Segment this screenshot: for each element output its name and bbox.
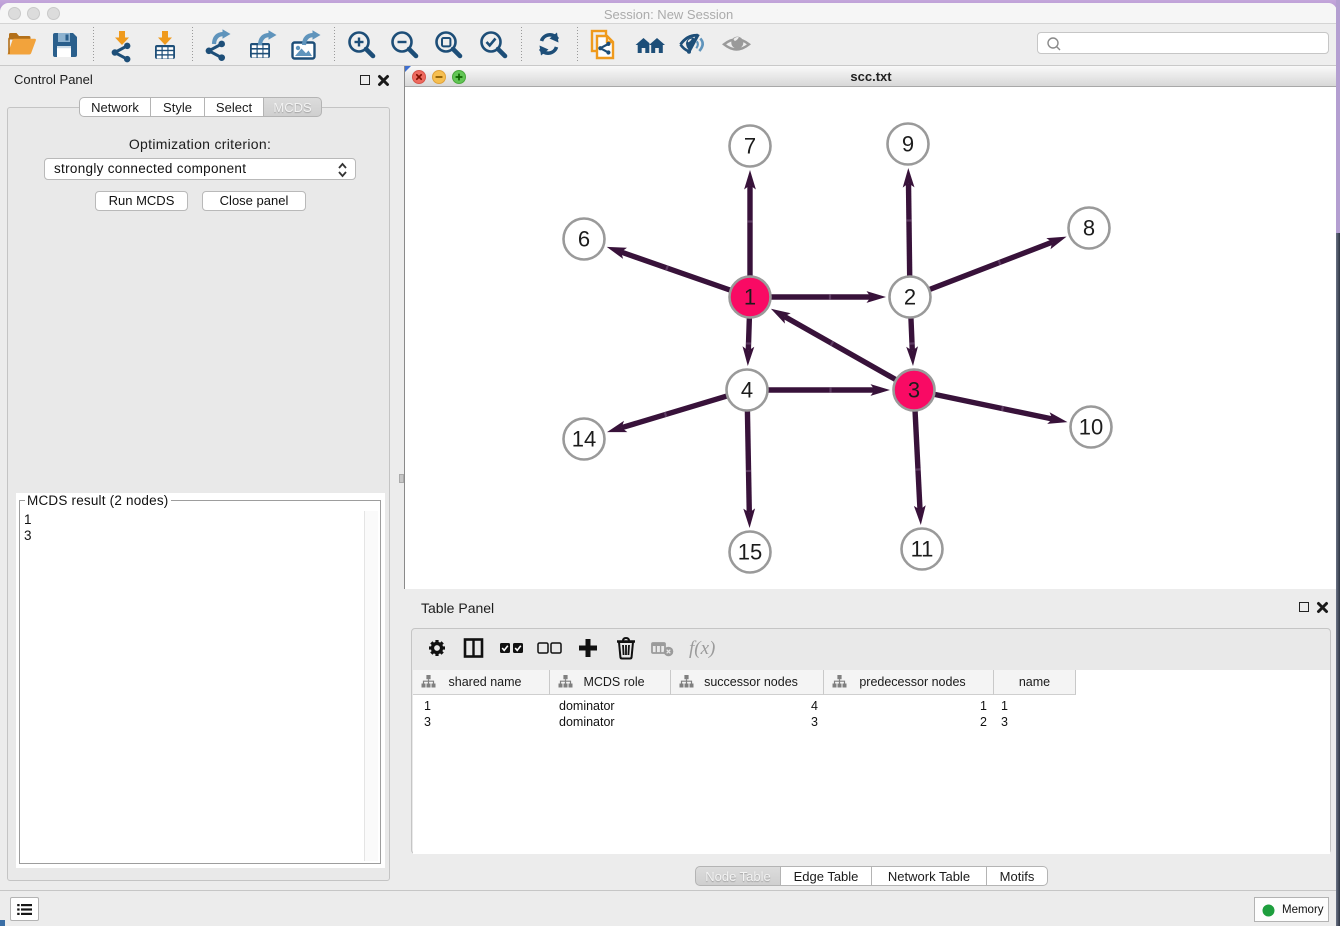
svg-text:3: 3 — [908, 378, 920, 403]
svg-text:14: 14 — [572, 427, 596, 452]
svg-text:9: 9 — [902, 132, 914, 157]
svg-text:15: 15 — [738, 540, 762, 565]
svg-text:4: 4 — [741, 378, 753, 403]
svg-text:f(x): f(x) — [689, 638, 715, 659]
svg-text:10: 10 — [1079, 415, 1103, 440]
svg-text:11: 11 — [911, 537, 934, 562]
svg-text:2: 2 — [904, 285, 916, 310]
svg-text:1: 1 — [744, 285, 756, 310]
svg-text:7: 7 — [744, 134, 756, 159]
svg-text:6: 6 — [578, 227, 590, 252]
svg-text:8: 8 — [1083, 216, 1095, 241]
